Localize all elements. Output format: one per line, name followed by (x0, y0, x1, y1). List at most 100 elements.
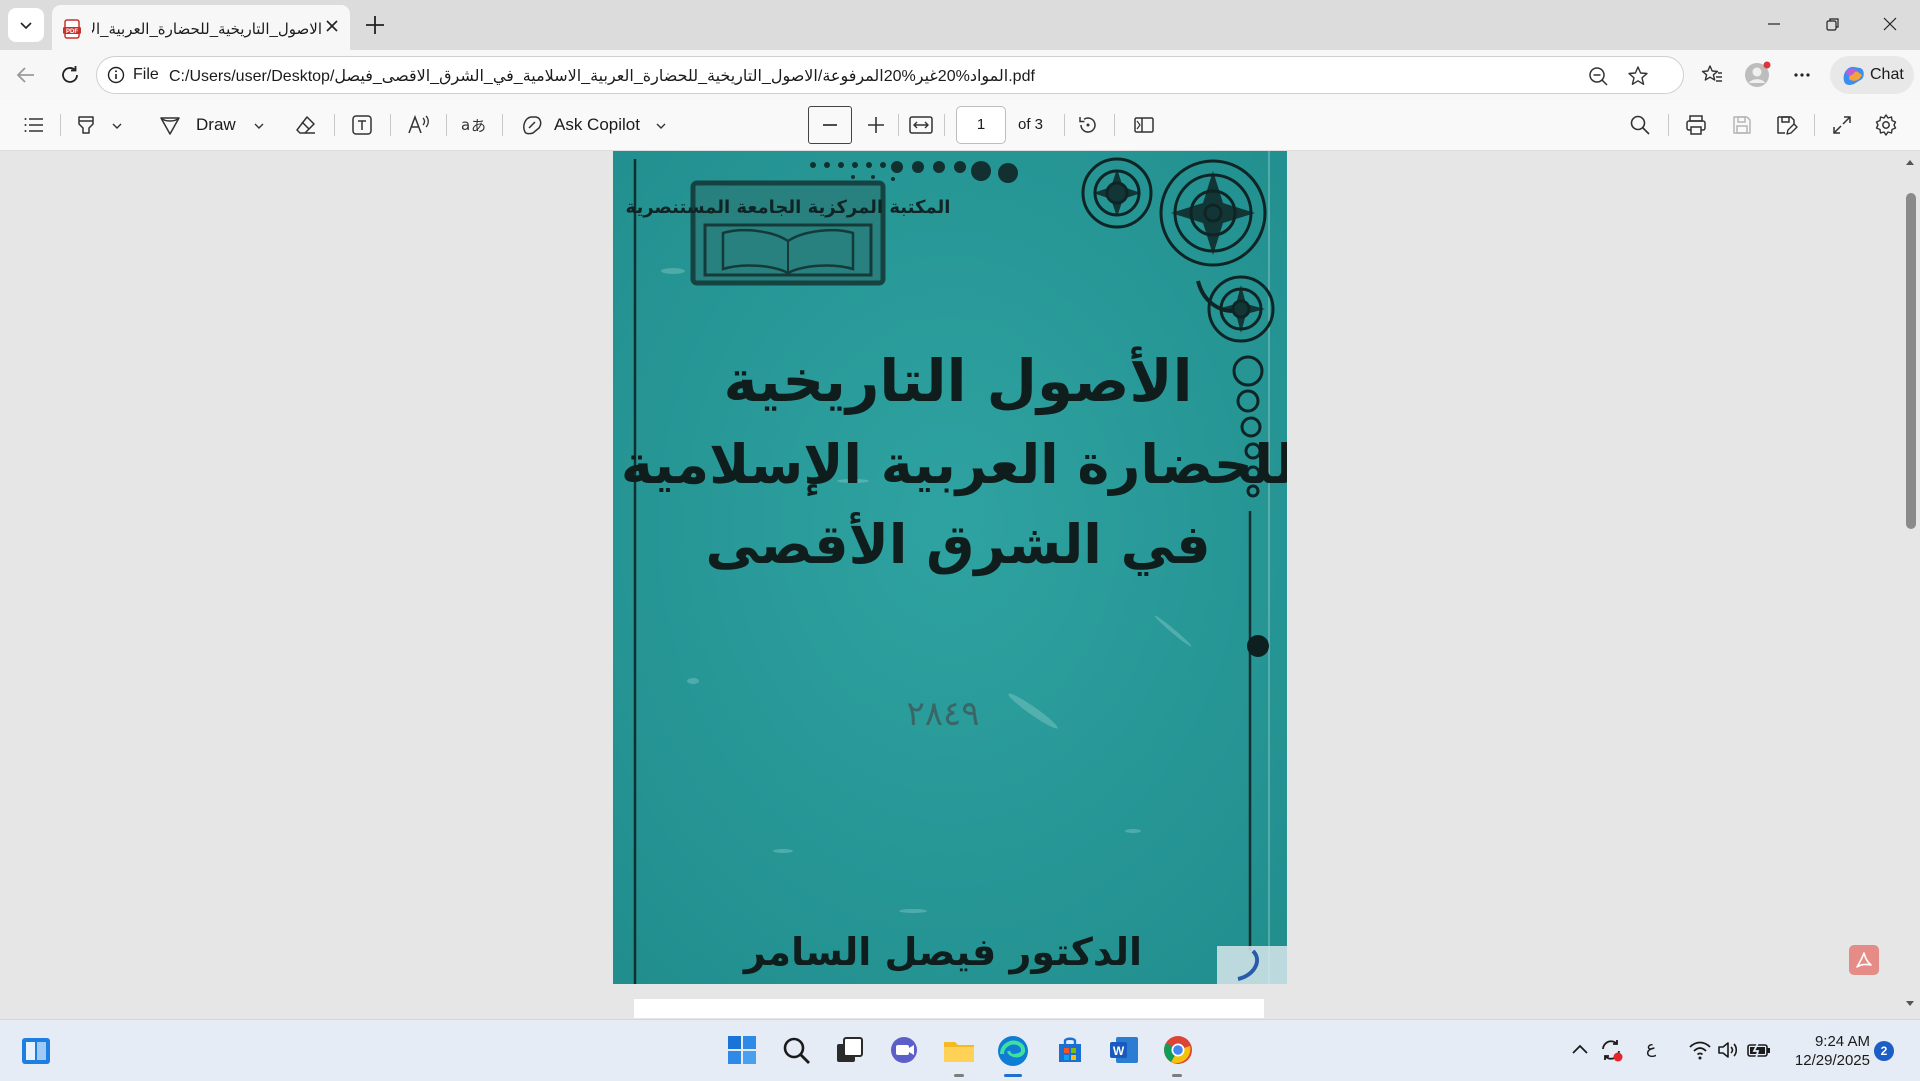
svg-text:PDF: PDF (66, 29, 78, 35)
url-text: C:/Users/user/Desktop/المواد%20غير%20الم… (169, 68, 1035, 85)
toolbar-separator (446, 114, 447, 136)
running-indicator (954, 1074, 964, 1077)
battery-charging-icon[interactable] (1746, 1039, 1772, 1061)
system-clock[interactable]: 9:24 AM 12/29/2025 (1780, 1032, 1870, 1070)
save-disabled-icon[interactable] (1730, 113, 1754, 137)
volume-icon[interactable] (1716, 1039, 1740, 1061)
page-view-icon[interactable] (1132, 113, 1156, 137)
start-icon[interactable] (726, 1034, 758, 1066)
show-hidden-icons-chevron-icon[interactable] (1570, 1040, 1590, 1060)
active-app-indicator (1004, 1074, 1022, 1077)
zoom-out-icon[interactable] (1587, 65, 1609, 87)
cover-title-line-3: في الشرق الأقصى (705, 512, 1210, 576)
fit-width-icon[interactable] (908, 113, 934, 137)
acrobat-badge[interactable] (1849, 945, 1879, 975)
tab-actions-button[interactable] (8, 8, 44, 42)
scroll-up-arrow-icon[interactable] (1905, 157, 1915, 167)
svg-text:あ: あ (471, 117, 486, 135)
chrome-icon[interactable] (1162, 1034, 1194, 1066)
ornament-dot (1247, 635, 1269, 657)
toolbar-separator (334, 114, 335, 136)
pdf-file-icon: PDF (63, 19, 81, 39)
teams-icon[interactable] (888, 1034, 920, 1066)
restore-icon[interactable] (1822, 14, 1842, 34)
zoom-in-plus-icon[interactable] (864, 113, 888, 137)
input-language-indicator[interactable]: ع (1646, 1038, 1656, 1058)
back-arrow-icon[interactable] (14, 63, 38, 87)
copilot-chat-button[interactable]: Chat (1830, 56, 1914, 94)
search-icon[interactable] (780, 1034, 812, 1066)
draw-label[interactable]: Draw (196, 115, 236, 135)
toolbar-separator (60, 114, 61, 136)
copilot-icon (1843, 66, 1864, 85)
find-search-icon[interactable] (1628, 113, 1652, 137)
close-tab-icon[interactable] (324, 18, 340, 34)
eraser-icon[interactable] (294, 113, 318, 137)
ask-copilot-icon[interactable] (520, 113, 544, 137)
ask-copilot-label[interactable]: Ask Copilot (554, 115, 640, 135)
widgets-icon[interactable] (20, 1036, 52, 1066)
translate-icon[interactable]: aあ (460, 113, 486, 137)
svg-text:a: a (461, 116, 470, 134)
running-indicator (1172, 1074, 1182, 1077)
word-icon[interactable]: W (1108, 1034, 1140, 1066)
read-aloud-icon[interactable] (406, 113, 432, 137)
page-number-input[interactable]: 1 (956, 106, 1006, 144)
corner-sticker (1217, 946, 1287, 984)
add-text-icon[interactable] (350, 113, 374, 137)
pdf-page-1: المكتبة المركزية الجامعة المستنصرية الأص… (613, 151, 1287, 984)
acrobat-icon (1856, 952, 1872, 968)
toolbar-separator (1668, 114, 1669, 136)
wifi-icon[interactable] (1688, 1039, 1712, 1061)
profile-avatar-icon[interactable] (1744, 60, 1774, 90)
windows-taskbar: W ع 9:24 AM 12/29/2025 2 (0, 1019, 1920, 1081)
minimize-icon[interactable] (1764, 14, 1784, 34)
refresh-icon[interactable] (58, 63, 82, 87)
handwritten-number: ٢٨٤٩ (906, 694, 979, 734)
toolbar-separator (1064, 114, 1065, 136)
pdf-toolbar: Draw aあ Ask Copilot 1 of 3 (0, 100, 1920, 151)
toolbar-separator (1814, 114, 1815, 136)
more-options-icon[interactable] (1790, 63, 1814, 87)
draw-pen-icon[interactable] (158, 113, 182, 137)
notification-badge[interactable]: 2 (1874, 1041, 1894, 1061)
draw-dropdown-chevron-icon[interactable] (252, 119, 266, 133)
close-window-icon[interactable] (1880, 14, 1900, 34)
browser-tab-active[interactable]: PDF الاصول_التاريخية_للحضارة_العربية_الا (52, 5, 350, 50)
settings-gear-icon[interactable] (1874, 113, 1898, 137)
svg-text:W: W (1113, 1044, 1125, 1058)
cover-author: الدكتور فيصل السامر (742, 930, 1142, 974)
toolbar-separator (390, 114, 391, 136)
address-bar-row: File C:/Users/user/Desktop/المواد%20غير%… (0, 50, 1920, 100)
task-view-icon[interactable] (834, 1034, 866, 1066)
site-info-icon[interactable] (107, 66, 125, 84)
store-icon[interactable] (1054, 1034, 1086, 1066)
scrollbar-thumb[interactable] (1906, 193, 1916, 529)
vertical-scrollbar[interactable] (1900, 151, 1920, 1018)
highlight-icon[interactable] (74, 113, 98, 137)
chevron-down-icon (20, 22, 32, 30)
scheme-label: File (133, 66, 159, 83)
print-icon[interactable] (1684, 113, 1708, 137)
file-explorer-icon[interactable] (942, 1034, 976, 1066)
zoom-out-button[interactable] (808, 106, 852, 144)
favorites-icon[interactable] (1700, 63, 1724, 87)
fullscreen-expand-icon[interactable] (1830, 113, 1854, 137)
favorite-star-icon[interactable] (1627, 65, 1649, 87)
clock-date: 12/29/2025 (1794, 1052, 1870, 1069)
table-of-contents-icon[interactable] (22, 113, 46, 137)
edge-icon[interactable] (996, 1034, 1030, 1068)
stamp-text: المكتبة المركزية الجامعة المستنصرية (626, 197, 951, 218)
pdf-viewer-canvas[interactable]: المكتبة المركزية الجامعة المستنصرية الأص… (0, 151, 1920, 1018)
address-input[interactable]: File C:/Users/user/Desktop/المواد%20غير%… (96, 56, 1684, 94)
save-as-icon[interactable] (1774, 113, 1798, 137)
rotate-icon[interactable] (1076, 113, 1100, 137)
book-cover-image: المكتبة المركزية الجامعة المستنصرية الأص… (613, 151, 1287, 984)
scroll-down-arrow-icon[interactable] (1905, 999, 1915, 1009)
ask-copilot-chevron-icon[interactable] (654, 119, 668, 133)
highlight-dropdown-chevron-icon[interactable] (110, 119, 124, 133)
chat-label: Chat (1870, 66, 1904, 83)
new-tab-icon[interactable] (362, 12, 388, 38)
sync-icon[interactable] (1598, 1037, 1624, 1063)
cover-title-line-1: الأصول التاريخية (724, 346, 1193, 416)
